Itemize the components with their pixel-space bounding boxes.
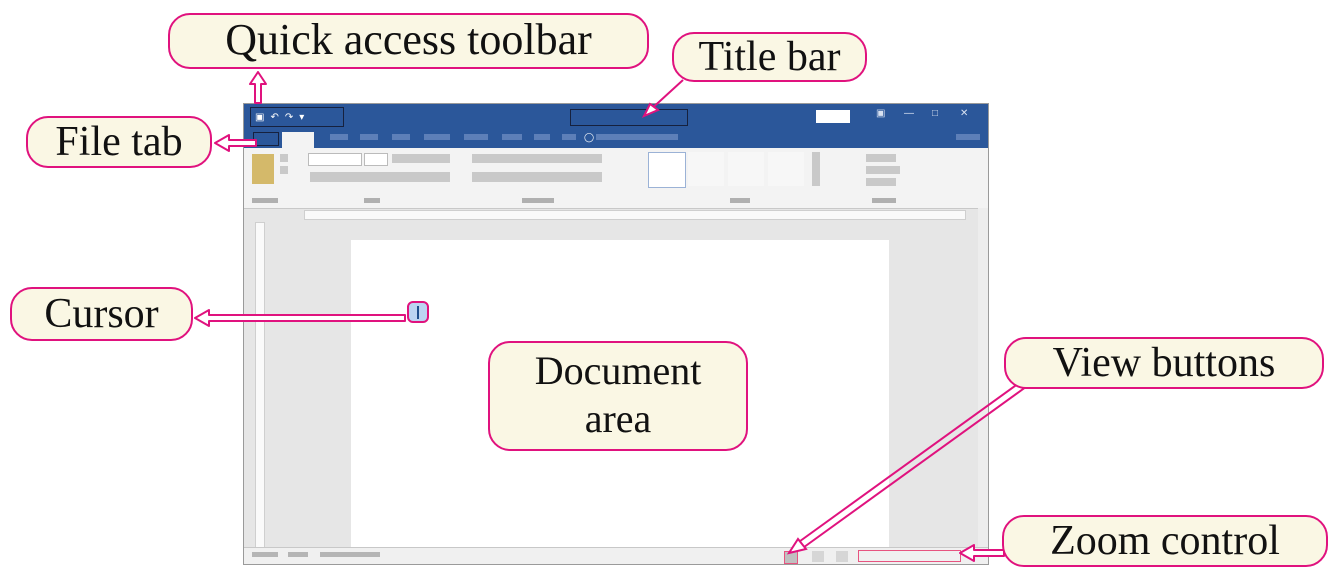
arrow-view-buttons-a — [799, 383, 1031, 551]
callout-cursor: Cursor — [10, 287, 193, 341]
callout-arrows — [194, 71, 1031, 562]
callout-file-tab: File tab — [26, 116, 212, 168]
arrowhead-view-buttons — [786, 537, 808, 555]
arrow-cursor — [194, 309, 406, 327]
arrow-quick-access-toolbar — [249, 71, 267, 104]
arrow-view-buttons-b — [795, 377, 1027, 545]
callout-view-buttons: View buttons — [1004, 337, 1324, 389]
callout-document-area-line1: Document — [534, 348, 702, 393]
callout-zoom-control: Zoom control — [1002, 515, 1328, 567]
callout-quick-access-toolbar: Quick access toolbar — [168, 13, 649, 69]
arrow-zoom-control — [959, 544, 1005, 562]
callout-document-area-line2: area — [584, 396, 652, 441]
callout-title-bar: Title bar — [672, 32, 867, 82]
arrow-file-tab — [214, 134, 257, 152]
callout-document-area: Document area — [488, 341, 748, 451]
